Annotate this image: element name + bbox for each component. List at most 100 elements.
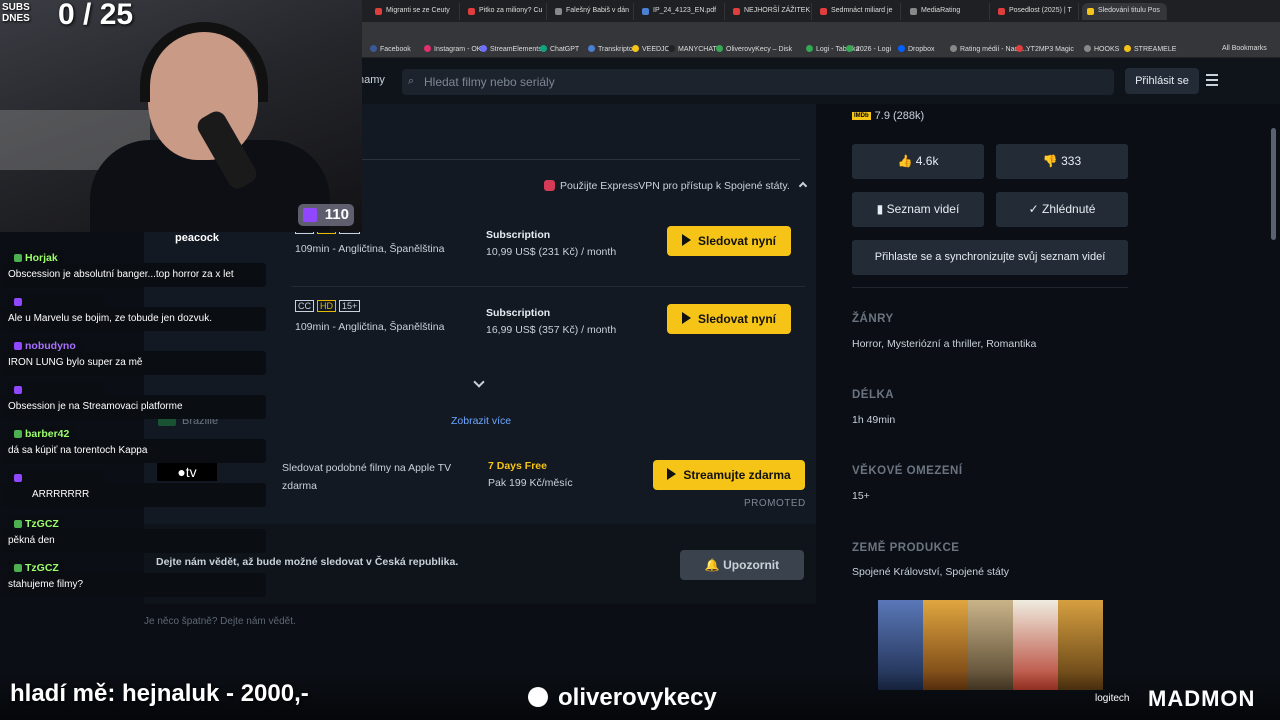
bookmark-item[interactable]: YT2MP3 Magic	[1016, 45, 1074, 53]
dislike-button[interactable]: 👎 333	[996, 144, 1128, 179]
offer-duration: 109min - Angličtina, Španělština	[295, 243, 445, 255]
stream-free-label: Streamujte zdarma	[683, 468, 791, 482]
bookmark-icon	[632, 45, 639, 52]
seen-button[interactable]: ✓ Zhlédnuté	[996, 192, 1128, 227]
offer-plan: Subscription	[486, 307, 551, 319]
browser-tab[interactable]: Pitko za miliony? Cu	[463, 3, 547, 20]
viewer-count-badge: 110	[298, 204, 354, 226]
badge-icon	[14, 342, 22, 350]
hamburger-menu-icon[interactable]	[1206, 74, 1218, 89]
bookmark-label: StreamElements	[490, 46, 542, 53]
cc-badge: CC	[295, 300, 314, 312]
favicon-icon	[468, 8, 475, 15]
browser-tab[interactable]: Sledování titulu Pos	[1082, 3, 1167, 20]
imdb-value: 7.9 (288k)	[874, 110, 925, 122]
nav-partial-label[interactable]: namy	[358, 74, 385, 86]
bookmark-item[interactable]: OliverovyKecy – Disk	[716, 45, 792, 53]
webcam-overlay: SUBS DNES 0 / 25 110	[0, 0, 362, 232]
vpn-notice[interactable]: Použijte ExpressVPN pro přístup k Spojen…	[544, 180, 807, 192]
bookmarks-bar: Facebook Instagram - OK StreamElements Chat…	[362, 41, 1280, 58]
genres-value: Horror, Mysteriózní a thriller, Romantik…	[852, 338, 1037, 350]
browser-tab[interactable]: IP_24_4123_EN.pdf	[637, 3, 725, 20]
bookmark-item[interactable]: Facebook	[370, 45, 411, 53]
browser-tab[interactable]: Falešný Babiš v dán	[550, 3, 634, 20]
bookmark-icon	[588, 45, 595, 52]
sync-button[interactable]: Přihlaste se a synchronizujte svůj sezna…	[852, 240, 1128, 275]
bookmark-icon	[480, 45, 487, 52]
bookmark-item[interactable]: VEEDJO	[632, 45, 670, 53]
bookmark-icon	[1124, 45, 1131, 52]
badge-icon	[14, 430, 22, 438]
chat-message: dá sa kúpiť na torentoch Kappa	[2, 439, 266, 463]
vpn-notice-text: Použijte ExpressVPN pro přístup k Spojen…	[560, 180, 790, 192]
bookmark-item[interactable]: Dropbox	[898, 45, 934, 53]
show-more-link[interactable]: Zobrazit více	[451, 415, 511, 427]
chevron-down-icon[interactable]	[473, 376, 485, 388]
search-placeholder: Hledat filmy nebo seriály	[424, 75, 555, 89]
promo-price: Pak 199 Kč/měsíc	[488, 477, 573, 489]
twitch-icon	[303, 208, 317, 222]
chevron-up-icon[interactable]	[798, 181, 807, 191]
bookmark-item[interactable]: 2026 - Logi	[846, 45, 891, 53]
browser-tab[interactable]: MediaRating	[905, 3, 990, 20]
offer-price: 10,99 US$ (231 Kč) / month	[486, 246, 617, 258]
bookmark-icon	[950, 45, 957, 52]
browser-tab[interactable]: Sedmnáct miliard je	[815, 3, 901, 20]
badge-icon	[14, 474, 22, 482]
bookmark-icon	[716, 45, 723, 52]
login-button[interactable]: Přihlásit se	[1125, 68, 1199, 94]
watchlist-label: Seznam videí	[886, 202, 960, 216]
scrollbar[interactable]	[1271, 128, 1276, 240]
bookmark-item[interactable]: StreamElements	[480, 45, 542, 53]
bookmark-item[interactable]: ChatGPT	[540, 45, 579, 53]
length-value: 1h 49min	[852, 414, 896, 426]
bookmark-item[interactable]: MANYCHAT	[668, 45, 717, 53]
promo-title: 7 Days Free	[488, 460, 547, 472]
browser-tab[interactable]: Posedlost (2025) | T	[993, 3, 1079, 20]
row-separator	[292, 286, 805, 287]
stream-free-button[interactable]: Streamujte zdarma	[653, 460, 805, 490]
bookmark-item[interactable]: Transkriptor	[588, 45, 635, 53]
like-button[interactable]: 👍 4.6k	[852, 144, 984, 179]
watchlist-button[interactable]: ▮ Seznam videí	[852, 192, 984, 227]
production-country-value: Spojené Království, Spojené státy	[852, 566, 1010, 578]
all-bookmarks[interactable]: All Bookmarks	[1222, 45, 1267, 52]
watch-now-label: Sledovat nyní	[697, 234, 777, 248]
browser-address-bar[interactable]	[362, 22, 1280, 41]
sponsor-logo: logitech	[1095, 693, 1130, 704]
bookmark-item[interactable]: Instagram - OK	[424, 45, 481, 53]
bookmark-label: VEEDJO	[642, 46, 671, 53]
production-country-title: ZEMĚ PRODUKCE	[852, 542, 960, 554]
offer-badges: CCHD15+	[295, 300, 363, 312]
hd-badge: HD	[317, 300, 336, 312]
search-input[interactable]: ⌕ Hledat filmy nebo seriály	[402, 69, 1114, 95]
browser-tab-label: Sledování titulu Pos	[1098, 7, 1160, 14]
badge-icon	[14, 520, 22, 528]
report-link[interactable]: Je něco špatně? Dejte nám vědět.	[144, 616, 296, 627]
browser-tab-label: Falešný Babiš v dán	[566, 7, 630, 14]
bookmark-icon	[1016, 45, 1023, 52]
bookmark-label: Instagram - OK	[434, 46, 482, 53]
divider	[852, 287, 1128, 288]
bookmark-item[interactable]: HOOKS	[1084, 45, 1119, 53]
bookmark-icon: ▮	[876, 202, 887, 216]
favicon-icon	[820, 8, 827, 15]
imdb-rating: IMDb 7.9 (288k)	[852, 110, 924, 122]
play-icon	[681, 312, 691, 324]
checkmark-icon: ✓	[1028, 202, 1042, 216]
notify-button[interactable]: 🔔 Upozornit	[680, 550, 804, 580]
channel-logo-icon	[528, 687, 548, 707]
bookmark-icon	[370, 45, 377, 52]
watch-now-button[interactable]: Sledovat nyní	[667, 226, 791, 256]
chat-message: Obscession je absolutní banger...top hor…	[2, 263, 266, 287]
watch-now-button[interactable]: Sledovat nyní	[667, 304, 791, 334]
stream-chat: Horjak Obscession je absolutní banger...…	[0, 248, 270, 598]
bookmark-label: HOOKS	[1094, 46, 1120, 53]
badge-icon	[14, 298, 22, 306]
bookmark-item[interactable]: STREAMELE	[1124, 45, 1176, 53]
chat-message: Obsession je na Streamovaci platforme	[2, 395, 266, 419]
browser-tab[interactable]: NEJHORŠÍ ZÁŽITEK	[728, 3, 812, 20]
offer-plan: Subscription	[486, 229, 551, 241]
bookmark-icon	[668, 45, 675, 52]
browser-tab[interactable]: Migranti se ze Ceuty	[370, 3, 460, 20]
